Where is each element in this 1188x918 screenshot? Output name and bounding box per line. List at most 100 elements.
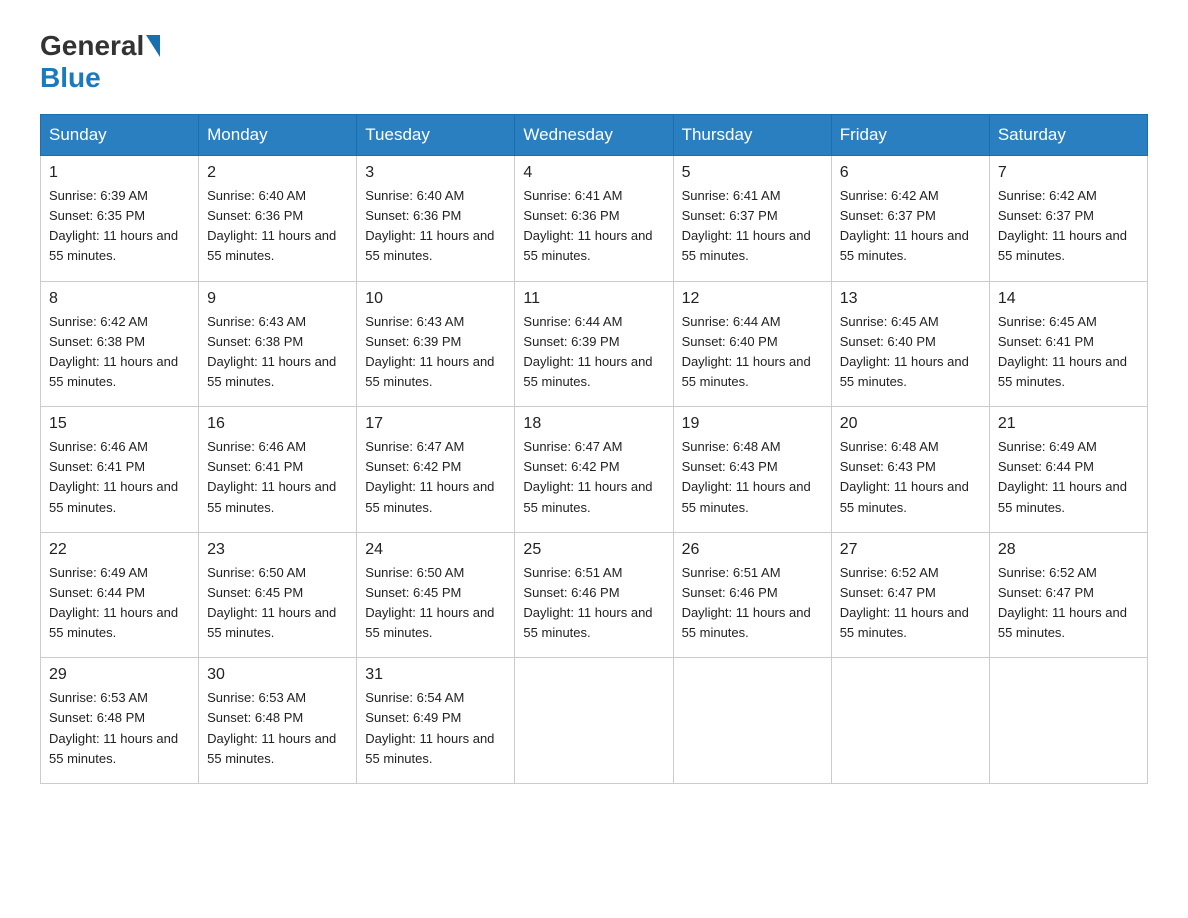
day-info: Sunrise: 6:43 AMSunset: 6:38 PMDaylight:… (207, 314, 336, 389)
day-number: 16 (207, 415, 348, 433)
day-number: 20 (840, 415, 981, 433)
day-number: 21 (998, 415, 1139, 433)
day-cell-4: 4 Sunrise: 6:41 AMSunset: 6:36 PMDaylight… (515, 156, 673, 282)
day-cell-22: 22 Sunrise: 6:49 AMSunset: 6:44 PMDayligh… (41, 532, 199, 658)
day-cell-17: 17 Sunrise: 6:47 AMSunset: 6:42 PMDayligh… (357, 407, 515, 533)
day-info: Sunrise: 6:44 AMSunset: 6:39 PMDaylight:… (523, 314, 652, 389)
day-number: 8 (49, 290, 190, 308)
day-info: Sunrise: 6:44 AMSunset: 6:40 PMDaylight:… (682, 314, 811, 389)
day-number: 13 (840, 290, 981, 308)
day-info: Sunrise: 6:52 AMSunset: 6:47 PMDaylight:… (998, 565, 1127, 640)
day-info: Sunrise: 6:50 AMSunset: 6:45 PMDaylight:… (365, 565, 494, 640)
week-row-3: 15 Sunrise: 6:46 AMSunset: 6:41 PMDayligh… (41, 407, 1148, 533)
day-number: 12 (682, 290, 823, 308)
day-cell-18: 18 Sunrise: 6:47 AMSunset: 6:42 PMDayligh… (515, 407, 673, 533)
day-number: 25 (523, 541, 664, 559)
weekday-header-saturday: Saturday (989, 115, 1147, 156)
empty-cell (515, 658, 673, 784)
week-row-2: 8Sunrise: 6:42 AMSunset: 6:38 PMDaylight… (41, 281, 1148, 407)
day-info: Sunrise: 6:51 AMSunset: 6:46 PMDaylight:… (682, 565, 811, 640)
day-cell-24: 24Sunrise: 6:50 AMSunset: 6:45 PMDayligh… (357, 532, 515, 658)
day-cell-2: 2 Sunrise: 6:40 AMSunset: 6:36 PMDaylight… (199, 156, 357, 282)
week-row-4: 22 Sunrise: 6:49 AMSunset: 6:44 PMDayligh… (41, 532, 1148, 658)
day-number: 29 (49, 666, 190, 684)
day-info: Sunrise: 6:41 AMSunset: 6:37 PMDaylight:… (682, 188, 811, 263)
day-number: 23 (207, 541, 348, 559)
day-info: Sunrise: 6:48 AMSunset: 6:43 PMDaylight:… (682, 439, 811, 514)
day-cell-31: 31 Sunrise: 6:54 AMSunset: 6:49 PMDayligh… (357, 658, 515, 784)
day-info: Sunrise: 6:45 AMSunset: 6:40 PMDaylight:… (840, 314, 969, 389)
weekday-header-friday: Friday (831, 115, 989, 156)
weekday-header-wednesday: Wednesday (515, 115, 673, 156)
day-info: Sunrise: 6:47 AMSunset: 6:42 PMDaylight:… (365, 439, 494, 514)
day-info: Sunrise: 6:48 AMSunset: 6:43 PMDaylight:… (840, 439, 969, 514)
day-number: 2 (207, 164, 348, 182)
day-cell-15: 15 Sunrise: 6:46 AMSunset: 6:41 PMDayligh… (41, 407, 199, 533)
calendar-table: SundayMondayTuesdayWednesdayThursdayFrid… (40, 114, 1148, 784)
day-cell-21: 21 Sunrise: 6:49 AMSunset: 6:44 PMDayligh… (989, 407, 1147, 533)
day-cell-6: 6 Sunrise: 6:42 AMSunset: 6:37 PMDaylight… (831, 156, 989, 282)
logo-blue-text: Blue (40, 62, 101, 94)
weekday-header-row: SundayMondayTuesdayWednesdayThursdayFrid… (41, 115, 1148, 156)
day-cell-11: 11 Sunrise: 6:44 AMSunset: 6:39 PMDayligh… (515, 281, 673, 407)
day-number: 22 (49, 541, 190, 559)
day-cell-14: 14Sunrise: 6:45 AMSunset: 6:41 PMDayligh… (989, 281, 1147, 407)
day-info: Sunrise: 6:49 AMSunset: 6:44 PMDaylight:… (49, 565, 178, 640)
day-info: Sunrise: 6:47 AMSunset: 6:42 PMDaylight:… (523, 439, 652, 514)
logo-arrow-icon (146, 35, 160, 57)
day-cell-16: 16 Sunrise: 6:46 AMSunset: 6:41 PMDayligh… (199, 407, 357, 533)
day-cell-28: 28 Sunrise: 6:52 AMSunset: 6:47 PMDayligh… (989, 532, 1147, 658)
day-info: Sunrise: 6:52 AMSunset: 6:47 PMDaylight:… (840, 565, 969, 640)
day-info: Sunrise: 6:53 AMSunset: 6:48 PMDaylight:… (207, 690, 336, 765)
day-info: Sunrise: 6:41 AMSunset: 6:36 PMDaylight:… (523, 188, 652, 263)
day-number: 1 (49, 164, 190, 182)
day-cell-26: 26 Sunrise: 6:51 AMSunset: 6:46 PMDayligh… (673, 532, 831, 658)
day-number: 18 (523, 415, 664, 433)
day-number: 31 (365, 666, 506, 684)
empty-cell (989, 658, 1147, 784)
day-cell-7: 7 Sunrise: 6:42 AMSunset: 6:37 PMDaylight… (989, 156, 1147, 282)
day-number: 28 (998, 541, 1139, 559)
day-number: 3 (365, 164, 506, 182)
day-number: 6 (840, 164, 981, 182)
day-cell-5: 5 Sunrise: 6:41 AMSunset: 6:37 PMDaylight… (673, 156, 831, 282)
day-info: Sunrise: 6:49 AMSunset: 6:44 PMDaylight:… (998, 439, 1127, 514)
weekday-header-thursday: Thursday (673, 115, 831, 156)
page-header: General Blue (40, 30, 1148, 94)
empty-cell (673, 658, 831, 784)
day-cell-23: 23Sunrise: 6:50 AMSunset: 6:45 PMDayligh… (199, 532, 357, 658)
day-info: Sunrise: 6:51 AMSunset: 6:46 PMDaylight:… (523, 565, 652, 640)
day-number: 10 (365, 290, 506, 308)
day-number: 5 (682, 164, 823, 182)
day-number: 15 (49, 415, 190, 433)
logo-general-text: General (40, 30, 144, 62)
day-info: Sunrise: 6:46 AMSunset: 6:41 PMDaylight:… (207, 439, 336, 514)
day-cell-20: 20 Sunrise: 6:48 AMSunset: 6:43 PMDayligh… (831, 407, 989, 533)
weekday-header-tuesday: Tuesday (357, 115, 515, 156)
day-cell-10: 10 Sunrise: 6:43 AMSunset: 6:39 PMDayligh… (357, 281, 515, 407)
day-number: 30 (207, 666, 348, 684)
day-number: 11 (523, 290, 664, 308)
day-number: 17 (365, 415, 506, 433)
day-number: 9 (207, 290, 348, 308)
day-cell-19: 19 Sunrise: 6:48 AMSunset: 6:43 PMDayligh… (673, 407, 831, 533)
day-cell-25: 25 Sunrise: 6:51 AMSunset: 6:46 PMDayligh… (515, 532, 673, 658)
day-info: Sunrise: 6:46 AMSunset: 6:41 PMDaylight:… (49, 439, 178, 514)
day-cell-27: 27Sunrise: 6:52 AMSunset: 6:47 PMDayligh… (831, 532, 989, 658)
week-row-5: 29 Sunrise: 6:53 AMSunset: 6:48 PMDayligh… (41, 658, 1148, 784)
day-number: 19 (682, 415, 823, 433)
day-number: 14 (998, 290, 1139, 308)
day-info: Sunrise: 6:43 AMSunset: 6:39 PMDaylight:… (365, 314, 494, 389)
day-cell-13: 13 Sunrise: 6:45 AMSunset: 6:40 PMDayligh… (831, 281, 989, 407)
day-info: Sunrise: 6:53 AMSunset: 6:48 PMDaylight:… (49, 690, 178, 765)
logo: General Blue (40, 30, 162, 94)
day-info: Sunrise: 6:54 AMSunset: 6:49 PMDaylight:… (365, 690, 494, 765)
day-number: 26 (682, 541, 823, 559)
day-number: 4 (523, 164, 664, 182)
day-number: 7 (998, 164, 1139, 182)
day-info: Sunrise: 6:40 AMSunset: 6:36 PMDaylight:… (207, 188, 336, 263)
day-info: Sunrise: 6:42 AMSunset: 6:37 PMDaylight:… (998, 188, 1127, 263)
day-cell-12: 12 Sunrise: 6:44 AMSunset: 6:40 PMDayligh… (673, 281, 831, 407)
day-cell-3: 3Sunrise: 6:40 AMSunset: 6:36 PMDaylight… (357, 156, 515, 282)
day-info: Sunrise: 6:42 AMSunset: 6:37 PMDaylight:… (840, 188, 969, 263)
